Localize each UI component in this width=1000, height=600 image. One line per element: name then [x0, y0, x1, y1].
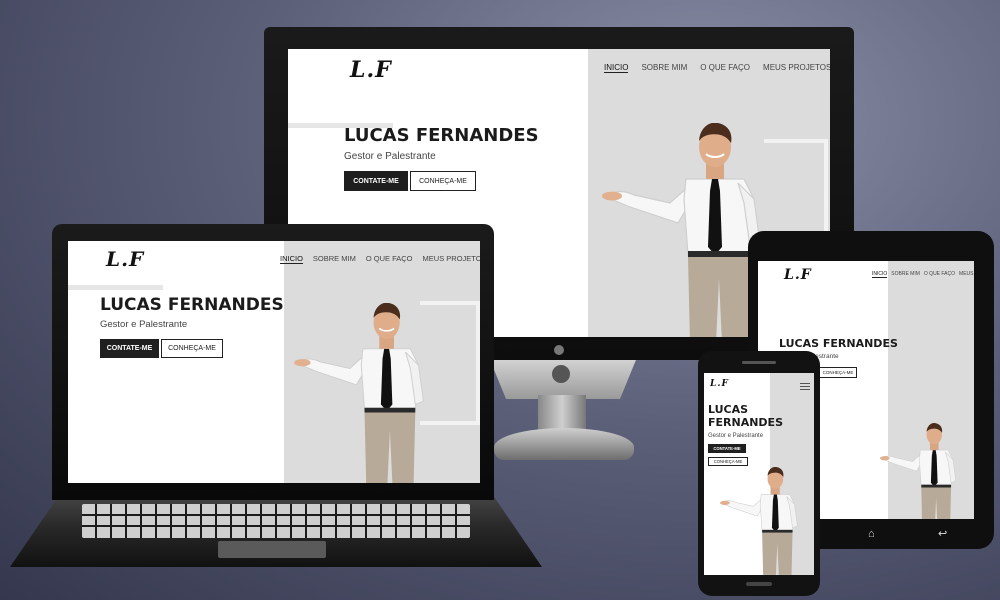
person-photo [294, 303, 424, 483]
nav-meus-projetos[interactable]: MEUS PROJETOS [763, 63, 830, 73]
nav-sobre-mim[interactable]: SOBRE MIM [313, 254, 356, 264]
site-logo[interactable]: L.F [350, 57, 392, 83]
phone-home-bar[interactable] [746, 582, 772, 586]
nav-inicio[interactable]: INICIO [872, 271, 888, 278]
monitor-power-icon[interactable] [554, 345, 564, 355]
nav-sobre-mim[interactable]: SOBRE MIM [641, 63, 687, 73]
person-photo [720, 467, 798, 575]
laptop-screen: L.F INICIO SOBRE MIM O QUE FAÇO MEUS PRO… [68, 241, 480, 483]
nav-sobre-mim[interactable]: SOBRE MIM [891, 271, 920, 278]
person-photo [880, 423, 957, 519]
home-icon[interactable]: ⌂ [868, 528, 882, 540]
main-nav: INICIO SOBRE MIM O QUE FAÇO MEUS PROJETO… [280, 254, 480, 264]
phone-frame: L.F LUCAS FERNANDES Gestor e Palestrante… [698, 351, 820, 596]
contact-button[interactable]: CONTATE-ME [344, 171, 408, 191]
contact-button[interactable]: CONTATE-ME [708, 444, 746, 453]
phone-screen: L.F LUCAS FERNANDES Gestor e Palestrante… [704, 373, 814, 575]
hero-title: LUCAS FERNANDES [100, 295, 284, 315]
site-logo[interactable]: L.F [106, 247, 144, 271]
nav-inicio[interactable]: INICIO [280, 254, 303, 264]
nav-inicio[interactable]: INICIO [604, 63, 629, 73]
monitor-logo-icon [552, 365, 570, 383]
nav-meus-projetos[interactable]: MEUS PROJETOS [959, 271, 974, 278]
hero-subtitle: Gestor e Palestrante [344, 151, 436, 162]
hero-title-line2: FERNANDES [708, 416, 783, 429]
main-nav: INICIO SOBRE MIM O QUE FAÇO MEUS PROJETO… [604, 63, 830, 73]
hero-title-line1: LUCAS [708, 403, 749, 416]
nav-o-que-faco[interactable]: O QUE FAÇO [924, 271, 955, 278]
know-me-button[interactable]: CONHEÇA-ME [161, 339, 223, 358]
laptop-keyboard [82, 504, 470, 538]
laptop-touchpad [218, 541, 326, 558]
phone-speaker [742, 361, 776, 364]
hero-subtitle: Gestor e Palestrante [708, 433, 764, 439]
know-me-button[interactable]: CONHEÇA-ME [410, 171, 476, 191]
nav-o-que-faco[interactable]: O QUE FAÇO [700, 63, 750, 73]
menu-icon[interactable] [800, 383, 810, 390]
hero-title: LUCAS FERNANDES [344, 125, 539, 146]
hero-subtitle: Gestor e Palestrante [100, 319, 188, 330]
contact-button[interactable]: CONTATE-ME [100, 339, 159, 358]
monitor-stand-base [494, 428, 634, 460]
know-me-button[interactable]: CONHEÇA-ME [708, 457, 748, 466]
main-nav: INICIO SOBRE MIM O QUE FAÇO MEUS PROJETO… [872, 271, 974, 278]
laptop-frame: L.F INICIO SOBRE MIM O QUE FAÇO MEUS PRO… [52, 224, 494, 500]
site-logo[interactable]: L.F [784, 267, 812, 283]
hero-title: LUCAS FERNANDES [779, 337, 898, 350]
know-me-button[interactable]: CONHEÇA-ME [819, 367, 857, 378]
nav-meus-projetos[interactable]: MEUS PROJETOS [423, 254, 480, 264]
site-logo[interactable]: L.F [710, 379, 729, 389]
nav-o-que-faco[interactable]: O QUE FAÇO [366, 254, 413, 264]
back-icon[interactable]: ↩ [938, 528, 952, 540]
monitor-chin [488, 355, 638, 399]
